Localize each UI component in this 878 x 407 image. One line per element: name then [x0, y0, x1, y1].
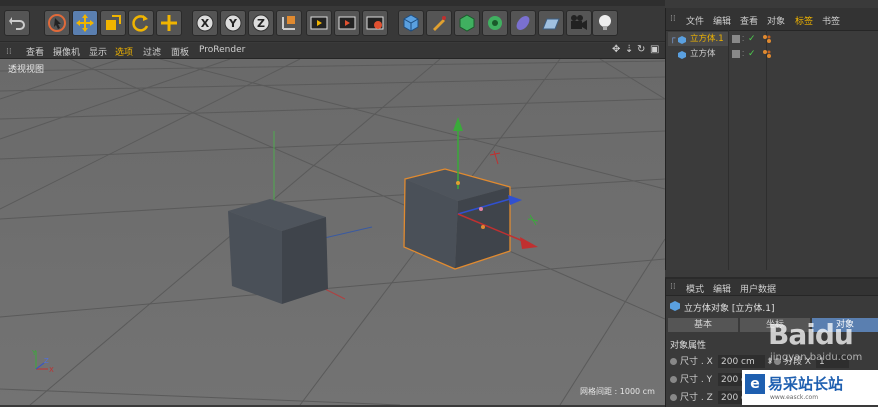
undo-icon[interactable] [4, 10, 30, 36]
object-row-cube-1-flags: ⁚ ✓ [730, 32, 766, 46]
object-manager-menubar: ⁞⁞ 文件 编辑 查看 对象 标签 书签 [666, 8, 878, 31]
cube-object-icon [678, 50, 686, 59]
object-row-cube-1[interactable]: ┌ 立方体.1 [668, 32, 728, 46]
visibility-dots-icon[interactable]: ⁚ [742, 32, 744, 46]
size-z-label: 尺寸 . Z [680, 393, 713, 403]
viewport-menu-camera[interactable]: 摄像机 [53, 45, 80, 58]
object-manager: ⁞⁞ 文件 编辑 查看 对象 标签 书签 ┌ 立方体.1 ⁚ ✓ 立方体 ⁚ ✓ [665, 8, 878, 270]
x-axis-icon[interactable]: X [192, 10, 218, 36]
attribute-manager-menubar: ⁞⁞ 模式 编辑 用户数据 [666, 279, 878, 296]
z-axis-label: Z [257, 17, 265, 30]
viewport-menu-prorender[interactable]: ProRender [199, 45, 245, 55]
am-menu-edit[interactable]: 编辑 [713, 282, 731, 295]
subdivision-icon[interactable] [454, 10, 480, 36]
pen-icon[interactable] [426, 10, 452, 36]
enabled-check-icon[interactable]: ✓ [748, 32, 756, 46]
keyframe-dot-icon[interactable] [670, 358, 677, 365]
light-icon[interactable] [592, 10, 618, 36]
object-row-cube[interactable]: 立方体 [668, 47, 728, 61]
enabled-check-icon[interactable]: ✓ [748, 47, 756, 61]
om-menu-edit[interactable]: 编辑 [713, 14, 731, 27]
drag-handle-icon[interactable]: ⁞⁞ [670, 282, 676, 292]
viewport-menu-view[interactable]: 查看 [26, 45, 44, 58]
viewport-menu-filter[interactable]: 过滤 [143, 45, 161, 58]
deformer-icon[interactable] [510, 10, 536, 36]
main-menu-strip [0, 0, 665, 6]
object-name[interactable]: 立方体.1 [690, 32, 724, 46]
move-icon[interactable] [72, 10, 98, 36]
z-axis-icon[interactable]: Z [248, 10, 274, 36]
am-menu-userdata[interactable]: 用户数据 [740, 282, 776, 295]
site-url: www.easck.com [770, 394, 819, 401]
drag-handle-icon[interactable]: ⁞⁞ [6, 47, 12, 57]
baidu-watermark: Baidu [768, 318, 854, 351]
render-settings-icon[interactable] [362, 10, 388, 36]
y-axis-label: Y [228, 17, 238, 30]
object-row-cube-flags: ⁚ ✓ [730, 47, 766, 61]
om-menu-object[interactable]: 对象 [767, 14, 785, 27]
cube-object[interactable] [228, 199, 328, 304]
maximize-icon[interactable]: ▣ [650, 44, 659, 55]
camera-icon[interactable] [566, 10, 592, 36]
size-x-input[interactable]: 200 cm [718, 355, 765, 368]
tab-basic[interactable]: 基本 [668, 318, 738, 332]
hierarchy-line-icon: ┌ [670, 34, 676, 44]
viewport-menubar: ⁞⁞ 查看 摄像机 显示 选项 过滤 面板 ProRender ✥ ⇣ ↻ ▣ [0, 43, 665, 59]
render-icon[interactable] [334, 10, 360, 36]
rotate-icon[interactable] [128, 10, 154, 36]
site-name: 易采站长站 [768, 375, 844, 393]
mograph-icon[interactable] [482, 10, 508, 36]
viewport-name-label: 透视视图 [8, 65, 45, 75]
tag-icon[interactable] [762, 34, 772, 44]
viewport-menu-options[interactable]: 选项 [115, 45, 133, 58]
cube-icon[interactable] [398, 10, 424, 36]
layer-icon[interactable] [732, 50, 740, 58]
viewport-menu-display[interactable]: 显示 [89, 45, 107, 58]
add-icon[interactable] [156, 10, 182, 36]
main-toolbar: X Y Z [0, 0, 665, 42]
jingyan-watermark: jingyan.baidu.com [770, 352, 863, 363]
orbit-icon[interactable]: ↻ [637, 44, 645, 55]
visibility-dots-icon[interactable]: ⁚ [742, 47, 744, 61]
cube-object-icon [678, 35, 686, 44]
svg-text:Z: Z [44, 357, 49, 365]
om-menu-tags[interactable]: 标签 [795, 14, 813, 27]
zoom-icon[interactable]: ⇣ [625, 44, 633, 55]
object-name[interactable]: 立方体 [690, 47, 716, 61]
svg-text:X: X [49, 366, 54, 374]
section-title: 对象属性 [670, 341, 707, 351]
om-menu-view[interactable]: 查看 [740, 14, 758, 27]
floor-icon[interactable] [538, 10, 564, 36]
grid-spacing-label: 网格间距 : 1000 cm [580, 387, 655, 396]
keyframe-dot-icon[interactable] [670, 394, 677, 401]
tag-icon[interactable] [762, 49, 772, 59]
svg-text:Y: Y [31, 349, 37, 357]
coord-icon[interactable] [276, 10, 302, 36]
x-axis-label: X [201, 17, 210, 30]
keyframe-dot-icon[interactable] [670, 376, 677, 383]
size-x-label: 尺寸 . X [680, 357, 713, 367]
viewport-scene: Y X Z [0, 59, 665, 405]
site-logo-icon: e [745, 374, 765, 394]
pan-icon[interactable]: ✥ [612, 44, 620, 55]
drag-handle-icon[interactable]: ⁞⁞ [670, 14, 676, 24]
am-menu-mode[interactable]: 模式 [686, 282, 704, 295]
tab-basic-label: 基本 [693, 320, 712, 330]
size-y-label: 尺寸 . Y [680, 375, 713, 385]
om-menu-bookmarks[interactable]: 书签 [822, 14, 840, 27]
perspective-viewport[interactable]: Y X Z 透视视图 网格间距 : 1000 cm [0, 59, 665, 405]
attribute-title: 立方体对象 [立方体.1] [684, 304, 775, 314]
select-icon[interactable] [44, 10, 70, 36]
layer-icon[interactable] [732, 35, 740, 43]
scale-icon[interactable] [100, 10, 126, 36]
viewport-menu-panel[interactable]: 面板 [171, 45, 189, 58]
cube-object-icon [670, 301, 680, 311]
site-logo-watermark: e 易采站长站 www.easck.com [742, 370, 878, 405]
om-menu-file[interactable]: 文件 [686, 14, 704, 27]
y-axis-icon[interactable]: Y [220, 10, 246, 36]
render-view-icon[interactable] [306, 10, 332, 36]
